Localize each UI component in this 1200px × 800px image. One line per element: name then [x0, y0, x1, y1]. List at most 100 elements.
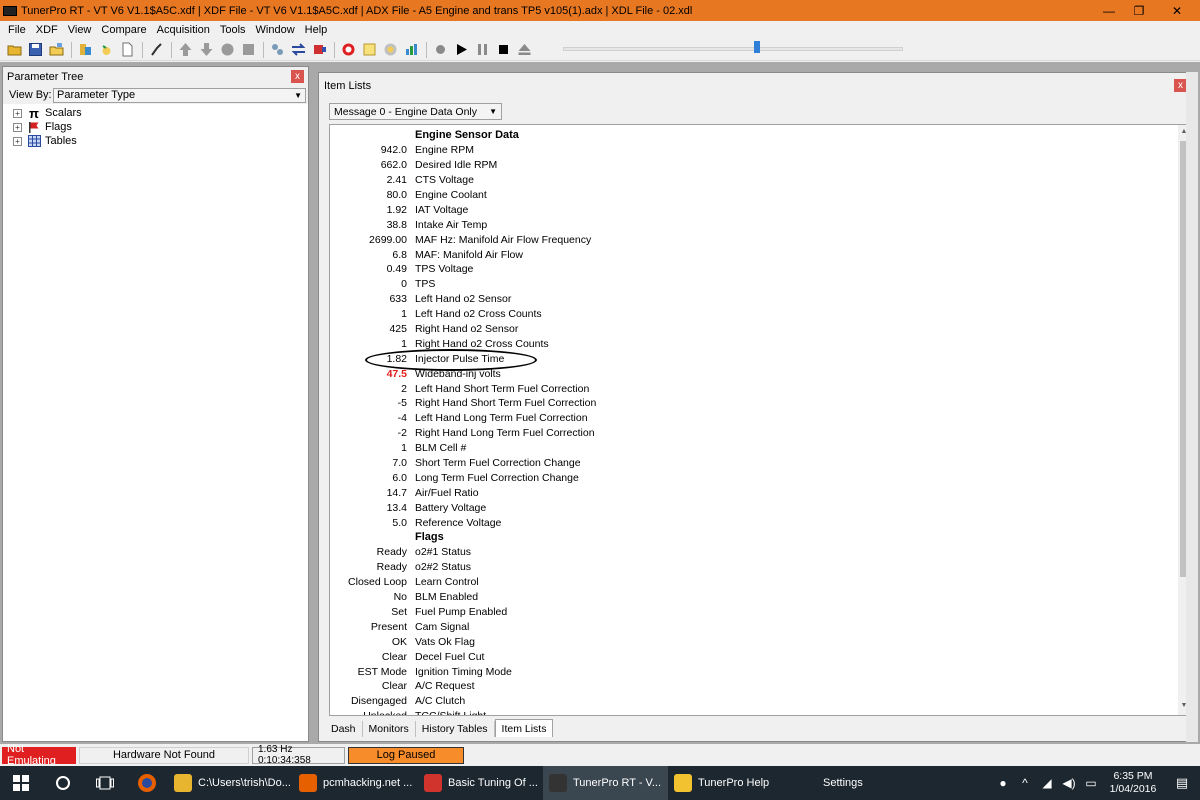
circle-icon[interactable] [219, 42, 236, 58]
item-row[interactable]: -4 Left Hand Long Term Fuel Correction [330, 411, 596, 426]
window-scrollbar[interactable] [1186, 72, 1198, 742]
item-row[interactable]: Present Cam Signal [330, 619, 596, 634]
section-header[interactable]: Engine Sensor Data [330, 128, 596, 143]
emulate-icon[interactable] [311, 42, 328, 58]
open-folder-icon[interactable] [6, 42, 23, 58]
taskbar-clock[interactable]: 6:35 PM 1/04/2016 [1102, 770, 1164, 796]
record-dot-icon[interactable] [432, 42, 449, 58]
item-row[interactable]: 14.7 Air/Fuel Ratio [330, 485, 596, 500]
item-row[interactable]: 2699.00 MAF Hz: Manifold Air Flow Frequen… [330, 232, 596, 247]
item-row[interactable]: Ready o2#1 Status [330, 545, 596, 560]
swap-icon[interactable] [290, 42, 307, 58]
view-by-select[interactable]: Parameter Type ▼ [53, 87, 306, 103]
item-row[interactable]: 1.92 IAT Voltage [330, 202, 596, 217]
connect-icon[interactable] [269, 42, 286, 58]
search-button[interactable] [42, 766, 84, 800]
open-file-icon[interactable] [48, 42, 65, 58]
close-button[interactable]: ✕ [1154, 0, 1200, 21]
item-row[interactable]: 2 Left Hand Short Term Fuel Correction [330, 381, 596, 396]
item-row[interactable]: 633 Left Hand o2 Sensor [330, 292, 596, 307]
item-row[interactable]: 80.0 Engine Coolant [330, 188, 596, 203]
expand-icon[interactable]: + [13, 136, 22, 146]
item-row[interactable]: 6.0 Long Term Fuel Correction Change [330, 470, 596, 485]
item-row[interactable]: 1 BLM Cell # [330, 441, 596, 456]
item-row[interactable]: Closed Loop Learn Control [330, 575, 596, 590]
tree-item-tables[interactable]: + Tables [13, 134, 308, 148]
item-row[interactable]: 1 Left Hand o2 Cross Counts [330, 307, 596, 322]
keyboard-icon[interactable]: ▭ [1080, 776, 1102, 790]
stop-icon[interactable] [240, 42, 257, 58]
item-row[interactable]: UnlockedTCC/Shift Light [330, 709, 596, 715]
item-row[interactable]: Disengaged A/C Clutch [330, 694, 596, 709]
minimize-button[interactable]: — [1094, 0, 1124, 21]
item-row[interactable]: -5 Right Hand Short Term Fuel Correction [330, 396, 597, 411]
menu-file[interactable]: File [3, 24, 31, 36]
task-view-button[interactable] [84, 766, 126, 800]
restore-button[interactable]: ❐ [1124, 0, 1154, 21]
notification-icon[interactable]: ▤ [1164, 775, 1200, 791]
item-row[interactable]: EST Mode Ignition Timing Mode [330, 664, 596, 679]
taskbar-app[interactable]: TunerPro Help [668, 766, 793, 800]
load-bin-icon[interactable] [77, 42, 94, 58]
item-row[interactable]: Set Fuel Pump Enabled [330, 605, 596, 620]
expand-icon[interactable]: + [13, 108, 22, 118]
start-button[interactable] [0, 766, 42, 800]
notes-icon[interactable] [361, 42, 378, 58]
taskbar-app[interactable]: C:\Users\trish\Do... [168, 766, 293, 800]
refresh-icon[interactable] [98, 42, 115, 58]
item-row[interactable]: 13.4 Battery Voltage [330, 500, 596, 515]
chevron-up-icon[interactable]: ^ [1014, 776, 1036, 790]
menu-tools[interactable]: Tools [215, 24, 251, 36]
tab-monitors[interactable]: Monitors [363, 721, 416, 737]
playback-slider-track[interactable] [563, 47, 903, 51]
item-row[interactable]: 38.8 Intake Air Temp [330, 217, 596, 232]
menu-acquisition[interactable]: Acquisition [152, 24, 215, 36]
stop-square-icon[interactable] [495, 42, 512, 58]
play-icon[interactable] [453, 42, 470, 58]
taskbar-app[interactable]: Settings [793, 766, 918, 800]
menu-compare[interactable]: Compare [96, 24, 151, 36]
tab-item-lists[interactable]: Item Lists [494, 719, 554, 737]
tab-history-tables[interactable]: History Tables [416, 721, 495, 737]
expand-icon[interactable]: + [13, 122, 22, 132]
pause-icon[interactable] [474, 42, 491, 58]
item-row[interactable]: No BLM Enabled [330, 590, 596, 605]
tray-app-icon[interactable]: ● [992, 776, 1014, 790]
scan-icon[interactable] [382, 42, 399, 58]
volume-icon[interactable]: ◀) [1058, 776, 1080, 790]
item-row[interactable]: 5.0 Reference Voltage [330, 515, 596, 530]
item-row[interactable]: 0.49 TPS Voltage [330, 262, 596, 277]
message-select[interactable]: Message 0 - Engine Data Only ▼ [329, 103, 502, 120]
tree-item-scalars[interactable]: + π Scalars [13, 106, 308, 121]
taskbar-app[interactable]: TunerPro RT - V... [543, 766, 668, 800]
parameter-tree-close-icon[interactable]: x [291, 70, 304, 83]
playback-slider-thumb[interactable] [754, 41, 760, 53]
item-row[interactable]: 2.41 CTS Voltage [330, 173, 596, 188]
item-row[interactable]: 662.0 Desired Idle RPM [330, 158, 596, 173]
item-row[interactable]: Ready o2#2 Status [330, 560, 596, 575]
menu-help[interactable]: Help [300, 24, 333, 36]
section-header[interactable]: Flags [330, 530, 596, 545]
firefox-pinned-icon[interactable] [126, 766, 168, 800]
item-row[interactable]: 7.0 Short Term Fuel Correction Change [330, 456, 596, 471]
chart-icon[interactable] [403, 42, 420, 58]
arrow-down-icon[interactable] [198, 42, 215, 58]
item-row[interactable]: -2 Right Hand Long Term Fuel Correction [330, 426, 596, 441]
item-list[interactable]: Engine Sensor Data 942.0 Engine RPM 662.0 De… [329, 124, 1191, 716]
item-row[interactable]: 942.0 Engine RPM [330, 143, 596, 158]
item-row[interactable]: 6.8 MAF: Manifold Air Flow [330, 247, 596, 262]
eject-icon[interactable] [516, 42, 533, 58]
arrow-up-icon[interactable] [177, 42, 194, 58]
tree-item-flags[interactable]: + Flags [13, 120, 308, 134]
new-document-icon[interactable] [119, 42, 136, 58]
taskbar-app[interactable]: pcmhacking.net ... [293, 766, 418, 800]
record-icon[interactable] [340, 42, 357, 58]
item-row[interactable]: 0 TPS [330, 277, 596, 292]
tune-icon[interactable] [148, 42, 165, 58]
item-row[interactable]: OK Vats Ok Flag [330, 634, 596, 649]
menu-view[interactable]: View [63, 24, 97, 36]
item-row[interactable]: 425 Right Hand o2 Sensor [330, 322, 596, 337]
taskbar-app[interactable]: Basic Tuning Of ... [418, 766, 543, 800]
item-row[interactable]: Clear Decel Fuel Cut [330, 649, 596, 664]
menu-window[interactable]: Window [251, 24, 300, 36]
